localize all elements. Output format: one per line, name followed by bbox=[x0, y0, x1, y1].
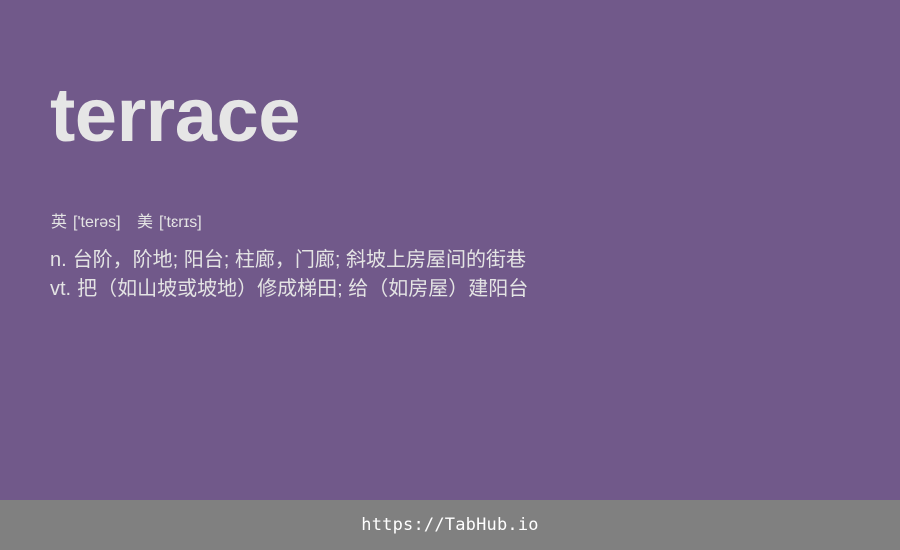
footer-bar: https://TabHub.io bbox=[0, 500, 900, 550]
phonetic-uk-ipa: ['terəs] bbox=[73, 214, 121, 231]
phonetic-us-label: 美 bbox=[136, 214, 153, 231]
phonetic-us: 美 ['tɛrɪs] bbox=[137, 212, 202, 234]
definition-verb: vt. 把（如山坡或坡地）修成梯田; 给（如房屋）建阳台 bbox=[50, 275, 528, 304]
phonetic-uk-label: 英 bbox=[51, 214, 68, 231]
phonetic-us-ipa: ['tɛrɪs] bbox=[159, 214, 202, 231]
word-card: terrace 英 ['terəs] 美 ['tɛrɪs] n. 台阶，阶地; 阳台;… bbox=[0, 0, 900, 500]
headword: terrace bbox=[50, 73, 301, 158]
part-of-speech: n. bbox=[50, 249, 67, 271]
phonetics: 英 ['terəs] 美 ['tɛrɪs] bbox=[51, 212, 214, 234]
definition-noun: n. 台阶，阶地; 阳台; 柱廊，门廊; 斜坡上房屋间的街巷 bbox=[50, 246, 528, 275]
definitions: n. 台阶，阶地; 阳台; 柱廊，门廊; 斜坡上房屋间的街巷 vt. 把（如山坡或坡… bbox=[50, 246, 528, 304]
definition-text: 把（如山坡或坡地）修成梯田; 给（如房屋）建阳台 bbox=[77, 278, 529, 300]
phonetic-uk: 英 ['terəs] bbox=[51, 212, 121, 234]
definition-text: 台阶，阶地; 阳台; 柱廊，门廊; 斜坡上房屋间的街巷 bbox=[72, 249, 527, 271]
part-of-speech: vt. bbox=[50, 278, 72, 300]
tabhub-link[interactable]: https://TabHub.io bbox=[361, 515, 538, 535]
